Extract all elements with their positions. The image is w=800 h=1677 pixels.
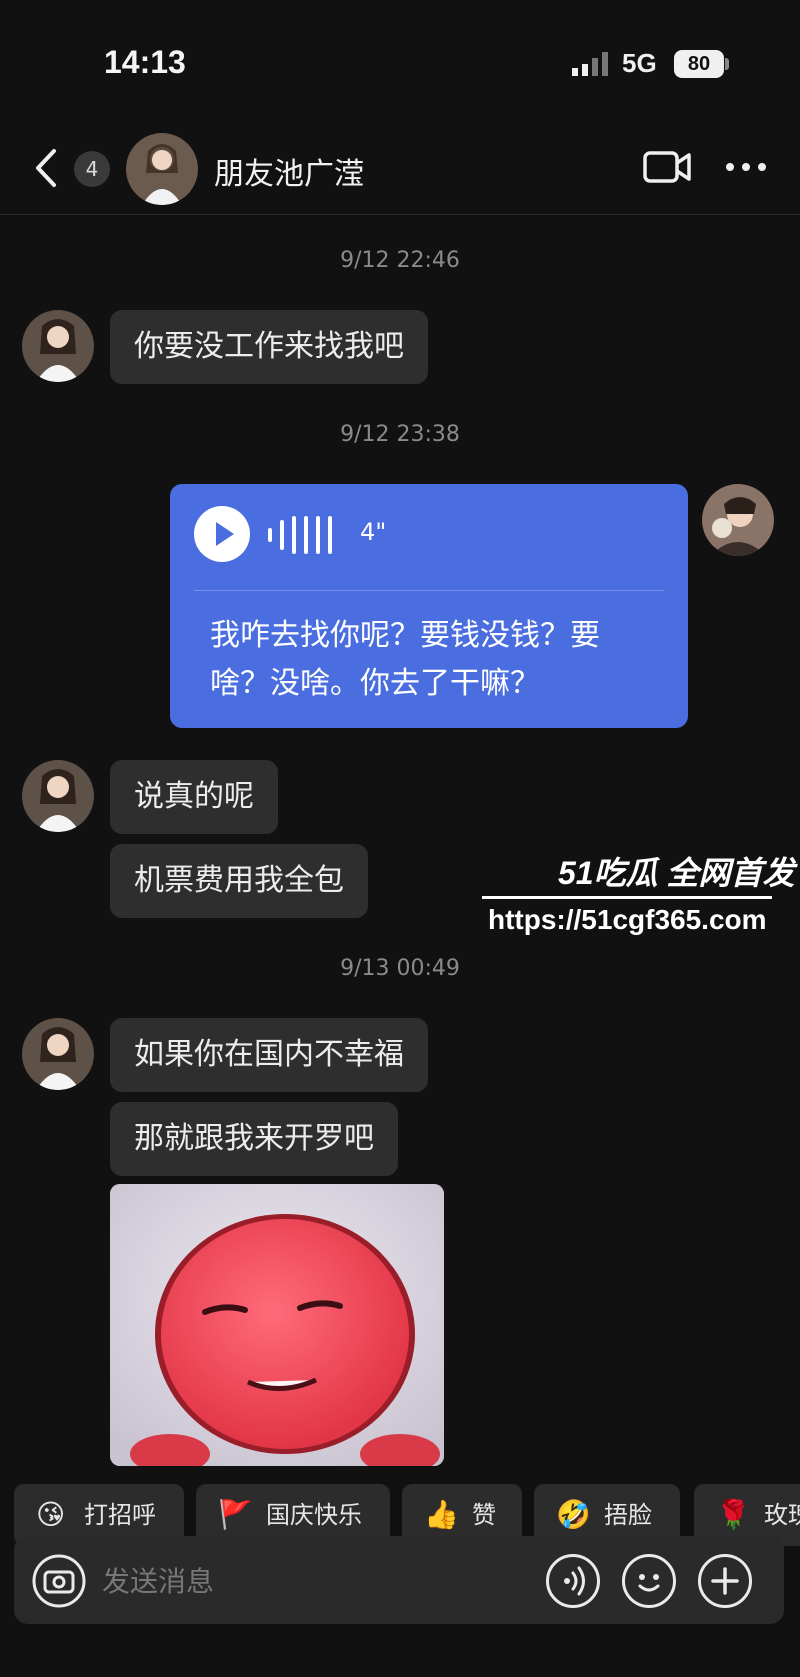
voice-wave-icon — [564, 1566, 585, 1596]
facepalm-emoji-icon: 🤣 — [556, 1498, 591, 1531]
signal-icon — [572, 52, 608, 76]
battery-tip — [725, 58, 729, 70]
watermark-brand: 51吃瓜 全网首发 — [558, 855, 795, 891]
status-bar: 14:13 5G 80 — [0, 0, 800, 120]
incoming-message[interactable]: 机票费用我全包 — [110, 844, 368, 918]
message-composer — [14, 1536, 784, 1626]
message-timestamp: 9/12 23:38 — [340, 422, 460, 447]
sender-avatar[interactable] — [22, 310, 94, 382]
voice-input-button[interactable] — [546, 1554, 600, 1608]
message-timestamp: 9/13 00:49 — [340, 956, 460, 981]
waveform-icon — [268, 516, 332, 554]
voice-message[interactable]: 4" 我咋去找你呢？要钱没钱？要啥？没啥。你去了干嘛？ — [170, 484, 688, 728]
incoming-message[interactable]: 那就跟我来开罗吧 — [110, 1102, 398, 1176]
message-timestamp: 9/12 22:46 — [340, 248, 460, 273]
contact-avatar[interactable] — [126, 133, 198, 205]
chip-label: 赞 — [472, 1501, 496, 1529]
divider — [194, 590, 664, 591]
incoming-message[interactable]: 说真的呢 — [110, 760, 278, 834]
plus-icon — [711, 1567, 739, 1595]
watermark: 51吃瓜 全网首发 https://51cgf365.com — [478, 848, 795, 948]
play-icon — [216, 522, 234, 546]
my-avatar[interactable] — [702, 484, 774, 556]
message-input[interactable] — [102, 1556, 502, 1606]
camera-icon[interactable] — [32, 1554, 86, 1608]
back-arrow-icon[interactable] — [26, 143, 66, 193]
clock: 14:13 — [104, 44, 186, 80]
chip-label: 玫瑰 — [764, 1501, 800, 1529]
incoming-message[interactable]: 如果你在国内不幸福 — [110, 1018, 428, 1092]
play-button[interactable] — [194, 506, 250, 562]
chip-label: 捂脸 — [604, 1501, 652, 1529]
add-button[interactable] — [698, 1554, 752, 1608]
contact-name[interactable]: 朋友池广滢 — [214, 149, 364, 193]
sender-avatar[interactable] — [22, 1018, 94, 1090]
network-type: 5G — [622, 48, 657, 78]
thumbs-up-icon: 👍 — [424, 1498, 459, 1531]
smiley-icon — [638, 1574, 660, 1592]
more-options-icon[interactable] — [724, 149, 768, 185]
flag-icon: 🚩 — [218, 1498, 253, 1531]
video-call-icon[interactable] — [642, 145, 692, 189]
battery-icon: 80 — [674, 50, 724, 78]
rose-icon: 🌹 — [716, 1498, 751, 1531]
emoji-button[interactable] — [622, 1554, 676, 1608]
chip-label: 国庆快乐 — [266, 1501, 362, 1529]
voice-transcript: 我咋去找你呢？要钱没钱？要啥？没啥。你去了干嘛？ — [210, 618, 600, 701]
chip-label: 打招呼 — [84, 1501, 156, 1529]
chat-header: 4 朋友池广滢 — [0, 125, 800, 215]
sender-avatar[interactable] — [22, 760, 94, 832]
voice-duration: 4" — [360, 518, 387, 546]
unread-badge[interactable]: 4 — [74, 151, 110, 187]
sticker-image[interactable] — [110, 1184, 444, 1466]
incoming-message[interactable]: 你要没工作来找我吧 — [110, 310, 428, 384]
watermark-url: https://51cgf365.com — [488, 904, 767, 935]
kiss-emoji-icon: 😘 — [36, 1498, 66, 1531]
watermark-line — [482, 896, 772, 899]
